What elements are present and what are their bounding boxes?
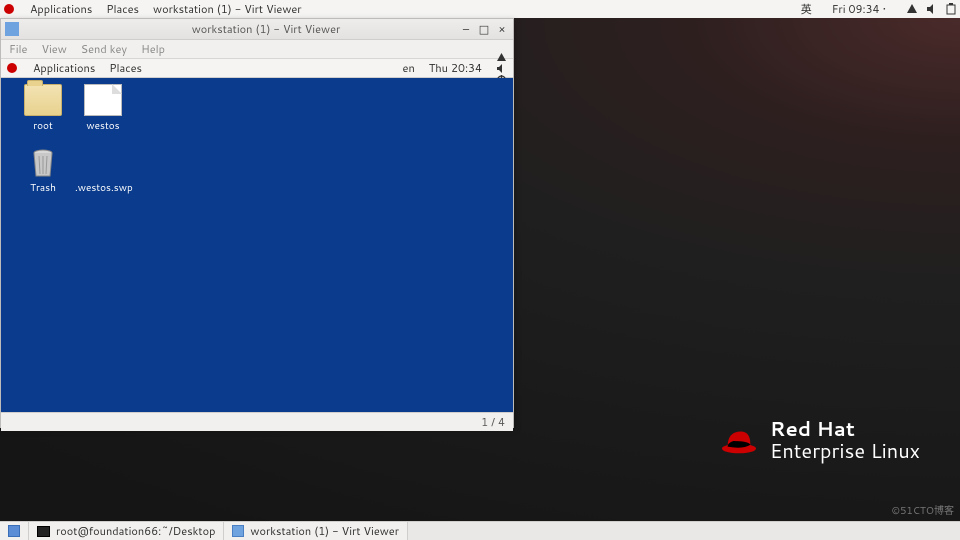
taskbar-item-terminal[interactable]: root@foundation66:~/Desktop [29,522,224,540]
host-menu-applications[interactable]: Applications [30,1,92,17]
host-menu-places[interactable]: Places [106,1,139,17]
menu-help[interactable]: Help [141,41,165,57]
window-title: workstation (1) - Virt Viewer [23,21,509,37]
maximize-button[interactable]: □ [479,24,489,34]
menu-view[interactable]: View [41,41,66,57]
volume-icon[interactable] [926,3,938,15]
ime-indicator[interactable]: 英 [801,1,812,17]
document-icon [84,84,122,116]
host-top-panel: Applications Places workstation (1) - Vi… [0,0,960,19]
watermark: ©51CTO博客 [891,502,954,518]
host-clock[interactable]: Fri 09:34 • [832,1,886,17]
desktop-icon-westos[interactable]: westos [75,84,131,133]
guest-clock[interactable]: Thu 20:34 [429,60,482,76]
app-icon [5,22,19,36]
network-icon[interactable] [496,52,507,63]
volume-icon[interactable] [496,63,507,74]
terminal-icon [37,526,50,537]
desktop-icon-swp[interactable]: .westos.swp [75,148,131,195]
app-icon [232,525,244,537]
taskbar-label: workstation (1) - Virt Viewer [250,523,399,539]
close-button[interactable]: × [497,24,507,34]
folder-icon [24,84,62,116]
host-desktop: workstation (1) - Virt Viewer – □ × File… [0,18,960,522]
host-taskbar: root@foundation66:~/Desktop workstation … [0,521,960,540]
icon-label: Trash [15,181,71,195]
redhat-branding: Red Hat Enterprise Linux [720,418,920,462]
battery-icon[interactable] [946,3,956,15]
network-icon[interactable] [906,3,918,15]
redhat-logo-icon [4,4,14,14]
minimize-button[interactable]: – [461,24,471,34]
window-titlebar[interactable]: workstation (1) - Virt Viewer – □ × [1,19,513,40]
host-menu-window[interactable]: workstation (1) - Virt Viewer [153,1,302,17]
display-counter: 1 / 4 [481,414,505,430]
redhat-fedora-icon [720,425,758,455]
icon-label: .westos.swp [75,181,131,195]
menu-send-key[interactable]: Send key [81,41,127,57]
icon-label: westos [75,119,131,133]
guest-menu-applications[interactable]: Applications [33,60,95,76]
taskbar-label: root@foundation66:~/Desktop [56,523,215,539]
guest-desktop[interactable]: root westos Trash .westos.swp [1,78,513,412]
show-desktop-button[interactable] [0,522,29,540]
show-desktop-icon [8,525,20,537]
virt-viewer-window: workstation (1) - Virt Viewer – □ × File… [0,18,514,428]
guest-menu-places[interactable]: Places [109,60,142,76]
guest-top-panel: Applications Places en Thu 20:34 [1,59,513,78]
desktop-icon-trash[interactable]: Trash [15,148,71,195]
virt-viewer-status-bar: 1 / 4 [1,412,513,431]
desktop-icon-root[interactable]: root [15,84,71,133]
redhat-logo-icon [7,63,17,73]
menu-file[interactable]: File [9,41,27,57]
icon-label: root [15,119,71,133]
blank-icon [85,148,121,178]
trash-icon [25,148,61,178]
guest-lang-indicator[interactable]: en [403,60,415,76]
host-tray[interactable] [906,3,956,15]
taskbar-item-virt-viewer[interactable]: workstation (1) - Virt Viewer [224,522,408,540]
virt-viewer-menubar: File View Send key Help [1,40,513,59]
brand-line2: Enterprise Linux [770,440,920,462]
